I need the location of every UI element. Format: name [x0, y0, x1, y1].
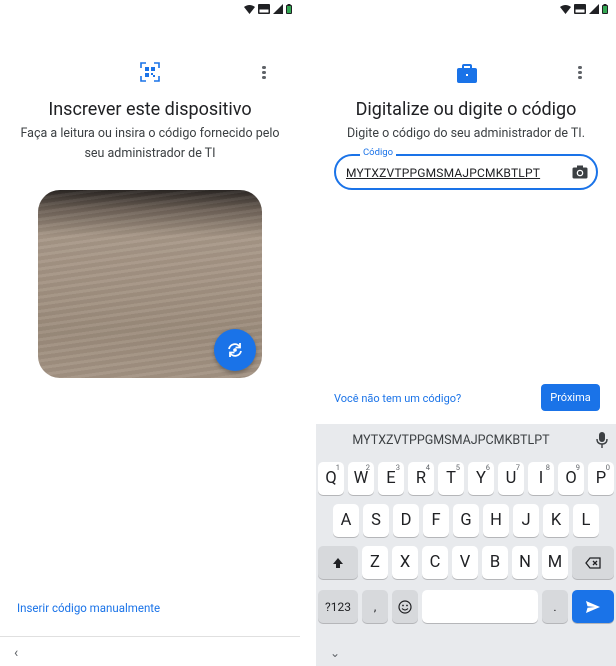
no-code-link[interactable]: Você não tem um código?	[334, 392, 461, 405]
key-number: 5	[455, 463, 460, 472]
shift-icon	[333, 557, 343, 568]
key-d[interactable]: D	[393, 504, 419, 537]
key-number: 9	[575, 463, 580, 472]
key-label: Y	[476, 469, 486, 488]
enter-code-screen: Digitalize ou digite o código Digite o c…	[316, 0, 616, 666]
volte-icon	[258, 4, 270, 14]
backspace-icon	[585, 556, 601, 569]
signal-icon	[273, 4, 283, 14]
code-field-value[interactable]: MYTXZVTPPGMSMAJPCMKBTLPT	[346, 166, 540, 180]
nav-divider	[0, 636, 300, 637]
wifi-icon	[244, 4, 255, 14]
page-title: Inscrever este dispositivo	[48, 99, 252, 120]
key-c[interactable]: C	[422, 546, 448, 579]
screen-gap	[300, 0, 316, 666]
emoji-key[interactable]	[392, 590, 418, 623]
enter-code-manually-link[interactable]: Inserir código manualmente	[17, 601, 160, 615]
page-subtitle: Faça a leitura ou insira o código fornec…	[20, 126, 280, 161]
page-title: Digitalize ou digite o código	[355, 99, 577, 120]
key-u[interactable]: U7	[498, 462, 524, 495]
period-key[interactable]: .	[542, 590, 568, 623]
battery-icon	[286, 4, 292, 14]
status-bar	[0, 0, 300, 22]
key-n[interactable]: N	[512, 546, 538, 579]
key-g[interactable]: G	[453, 504, 479, 537]
key-y[interactable]: Y6	[468, 462, 494, 495]
back-nav-button[interactable]: ‹	[14, 645, 18, 661]
key-i[interactable]: I8	[528, 462, 554, 495]
send-icon	[586, 600, 600, 613]
briefcase-icon	[457, 64, 477, 83]
mic-icon[interactable]	[596, 432, 608, 448]
key-k[interactable]: K	[543, 504, 569, 537]
switch-camera-icon	[228, 343, 242, 357]
camera-icon[interactable]	[572, 165, 588, 179]
suggestion-text[interactable]: MYTXZVTPPGMSMAJPCMKBTLPT	[316, 433, 586, 448]
volte-icon	[574, 4, 586, 14]
key-number: 7	[515, 463, 520, 472]
key-number: 3	[395, 463, 400, 472]
enroll-device-screen: Inscrever este dispositivo Faça a leitur…	[0, 0, 300, 666]
signal-icon	[589, 4, 599, 14]
key-j[interactable]: J	[513, 504, 539, 537]
symbols-key[interactable]: ?123	[318, 590, 358, 623]
switch-camera-button[interactable]	[214, 329, 256, 371]
key-h[interactable]: H	[483, 504, 509, 537]
key-label: U	[505, 469, 517, 488]
key-label: P	[595, 469, 607, 488]
page-subtitle: Digite o código do seu administrador de …	[346, 126, 586, 141]
wifi-icon	[560, 4, 571, 14]
key-p[interactable]: P0	[588, 462, 614, 495]
code-input[interactable]: Código MYTXZVTPPGMSMAJPCMKBTLPT	[334, 147, 598, 190]
key-number: 4	[425, 463, 430, 472]
key-number: 8	[545, 463, 550, 472]
key-r[interactable]: R4	[408, 462, 434, 495]
key-s[interactable]: S	[363, 504, 389, 537]
key-z[interactable]: Z	[362, 546, 388, 579]
next-button[interactable]: Próxima	[541, 384, 600, 411]
key-label: T	[446, 469, 456, 488]
key-label: I	[538, 469, 544, 488]
status-bar	[316, 0, 616, 22]
key-e[interactable]: E3	[378, 462, 404, 495]
suggestion-bar: MYTXZVTPPGMSMAJPCMKBTLPT	[316, 424, 616, 456]
key-number: 2	[365, 463, 370, 472]
more-vert-icon[interactable]	[572, 64, 588, 84]
comma-key[interactable]: ,	[362, 590, 388, 623]
key-a[interactable]: A	[333, 504, 359, 537]
key-label: R	[415, 469, 427, 488]
key-q[interactable]: Q1	[318, 462, 344, 495]
key-t[interactable]: T5	[438, 462, 464, 495]
space-key[interactable]	[422, 590, 538, 623]
on-screen-keyboard: MYTXZVTPPGMSMAJPCMKBTLPT Q1 W2 E3 R4 T5 …	[316, 424, 616, 666]
more-vert-icon[interactable]	[256, 64, 272, 84]
key-f[interactable]: F	[423, 504, 449, 537]
key-number: 0	[605, 463, 610, 472]
code-field-label: Código	[360, 147, 397, 158]
key-v[interactable]: V	[452, 546, 478, 579]
key-number: 1	[335, 463, 340, 472]
key-m[interactable]: M	[542, 546, 568, 579]
hide-keyboard-button[interactable]: ⌄	[330, 646, 340, 660]
send-key[interactable]	[572, 590, 614, 623]
battery-icon	[602, 4, 608, 14]
key-number: 6	[485, 463, 490, 472]
key-o[interactable]: O9	[558, 462, 584, 495]
qr-scan-icon	[140, 62, 160, 82]
key-label: E	[386, 469, 396, 488]
key-l[interactable]: L	[573, 504, 599, 537]
key-x[interactable]: X	[392, 546, 418, 579]
backspace-key[interactable]	[572, 546, 614, 579]
key-w[interactable]: W2	[348, 462, 374, 495]
key-b[interactable]: B	[482, 546, 508, 579]
emoji-icon	[398, 599, 412, 614]
shift-key[interactable]	[318, 546, 358, 579]
